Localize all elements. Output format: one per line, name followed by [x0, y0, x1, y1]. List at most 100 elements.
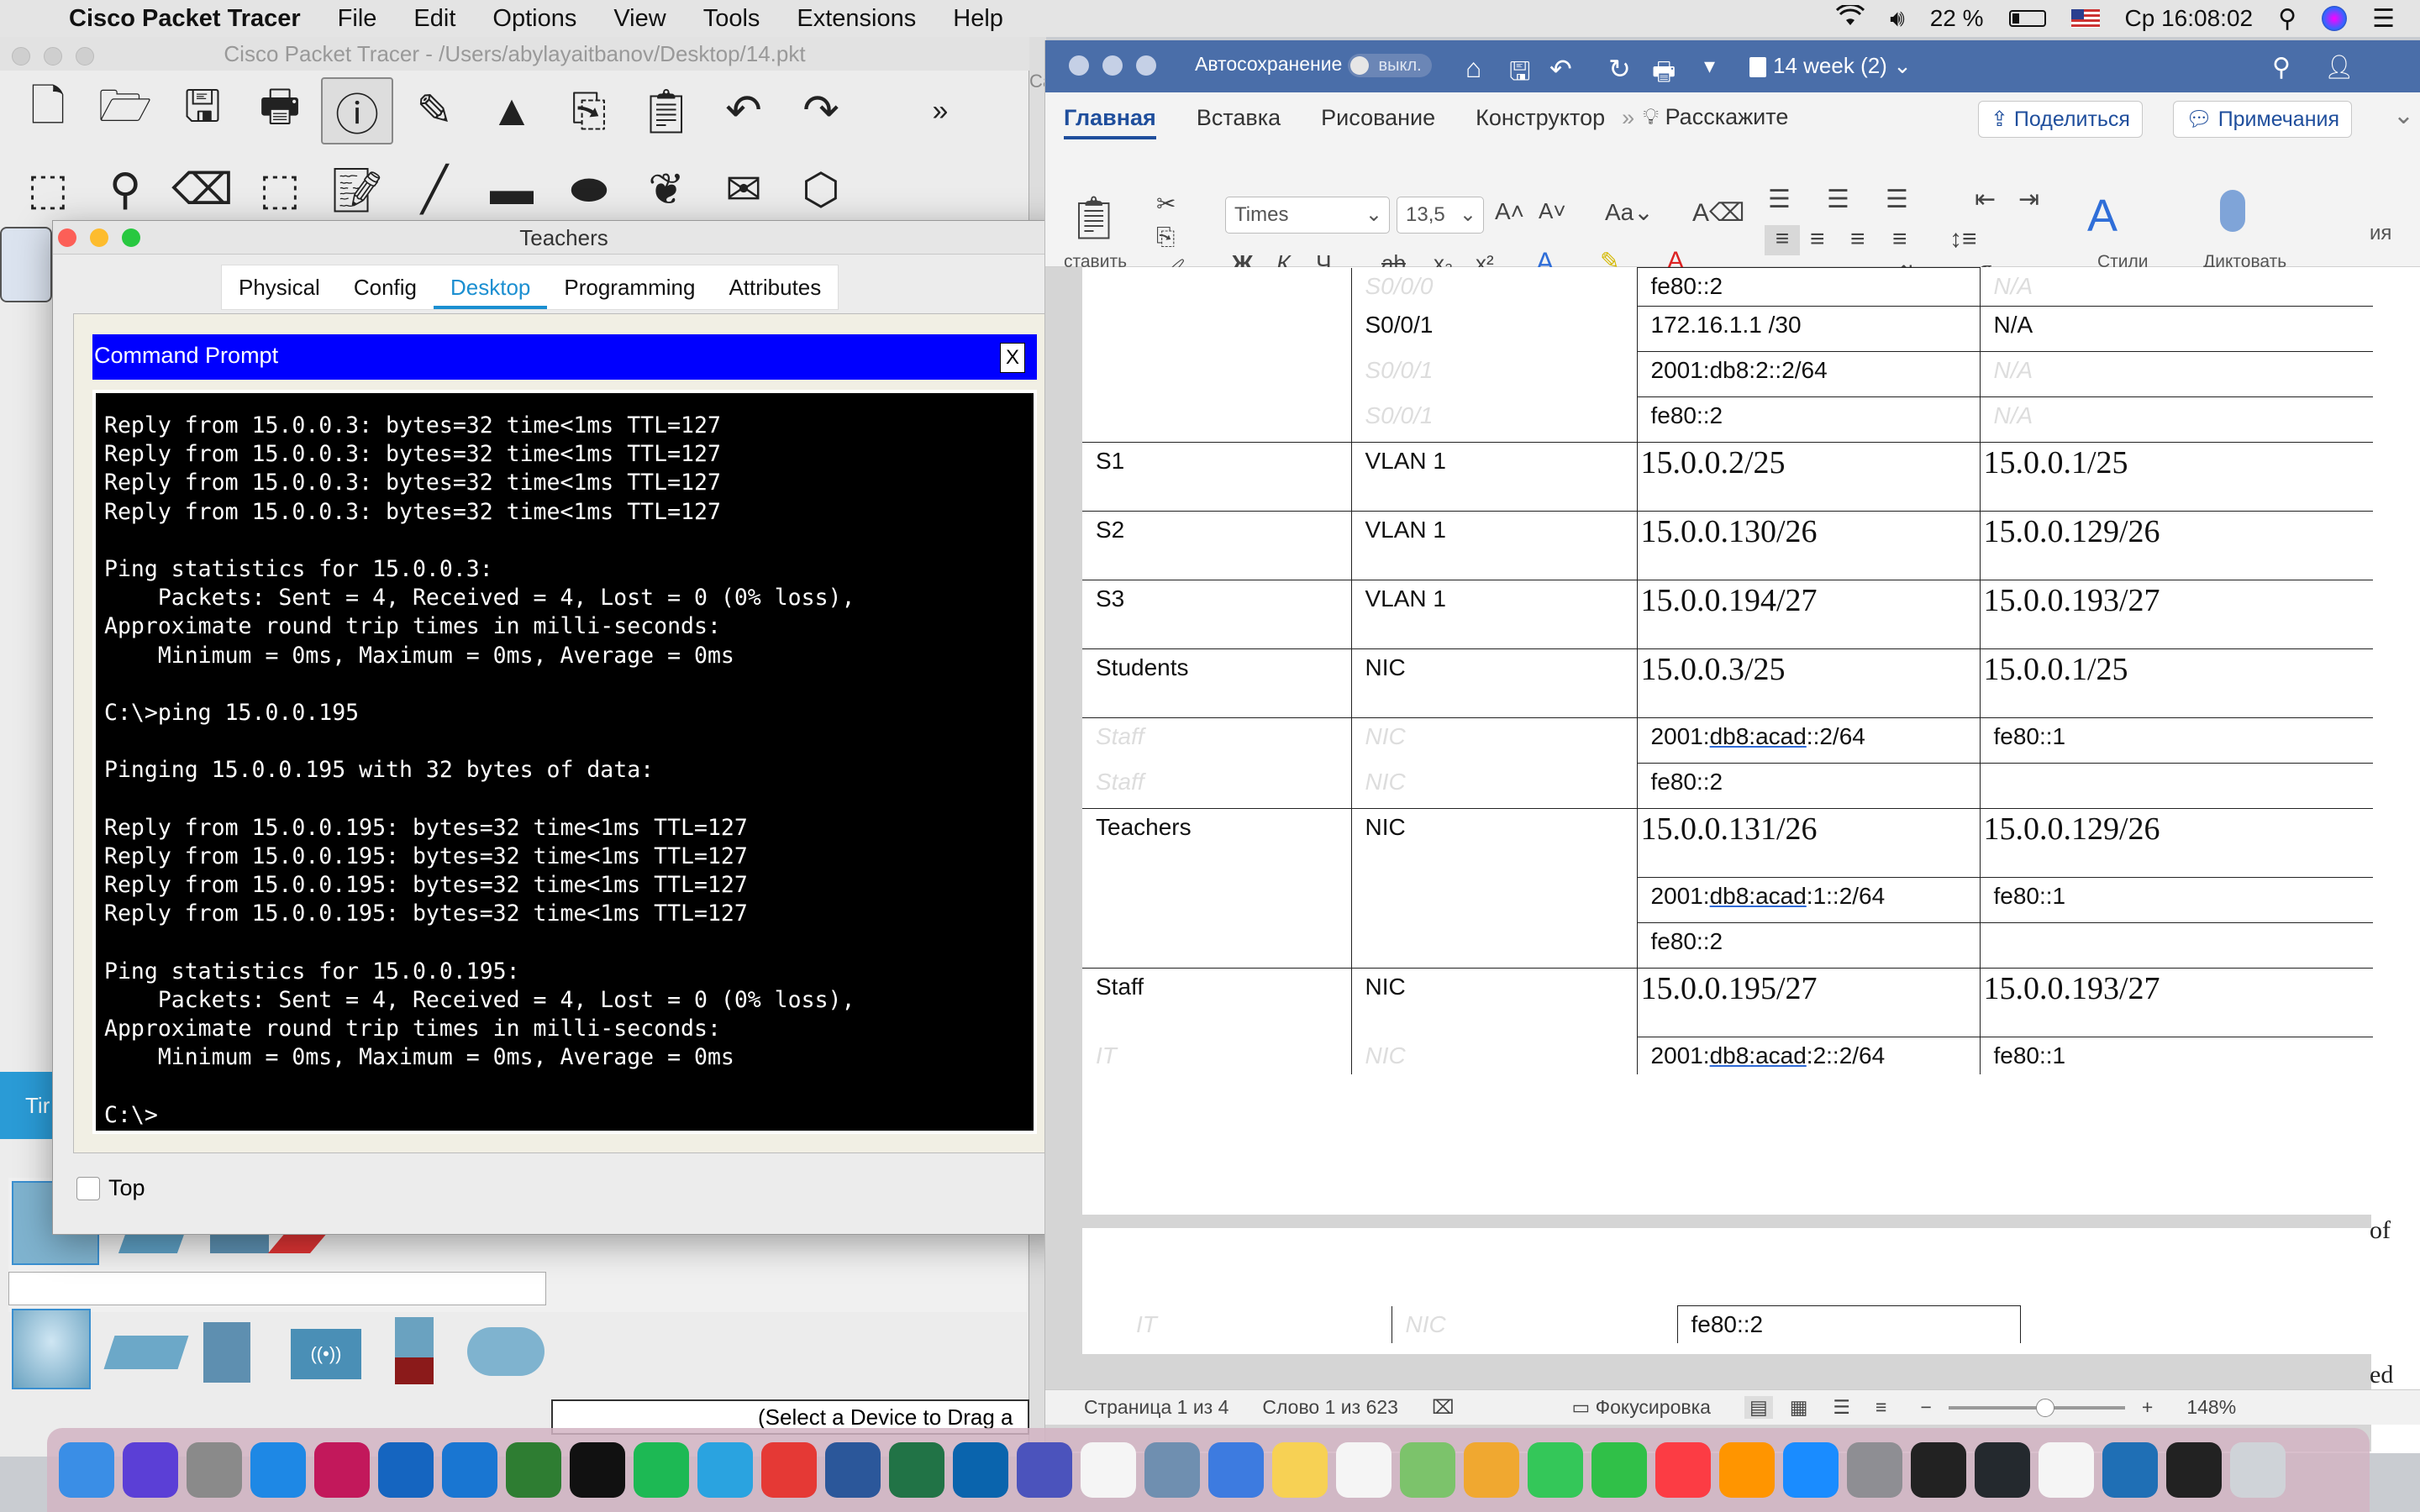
tab-config[interactable]: Config [337, 265, 434, 309]
justify-icon[interactable]: ≡ [1892, 225, 1907, 254]
pt-close-button[interactable] [12, 47, 30, 66]
input-source-flag-icon[interactable] [2070, 9, 2100, 28]
outline-view-icon[interactable]: ☰ [1833, 1396, 1850, 1419]
launchpad-dock-icon[interactable] [187, 1442, 242, 1498]
menu-options[interactable]: Options [492, 5, 576, 33]
info-icon[interactable]: ⓘ [321, 77, 393, 144]
add-complex-pdu-icon[interactable]: ⬡ [785, 156, 857, 223]
finder-dock-icon[interactable] [59, 1442, 114, 1498]
word-search-icon[interactable]: ⚲ [2272, 53, 2291, 82]
undo-icon[interactable]: ↶ [708, 77, 780, 144]
font-name-select[interactable]: Times ⌄ [1225, 197, 1390, 234]
top-toggle[interactable]: Top [76, 1175, 145, 1201]
account-icon[interactable]: 👤︎ [2324, 53, 2354, 81]
pt-left-tab[interactable]: Tir [0, 1072, 52, 1139]
teams-dock-icon[interactable] [1017, 1442, 1072, 1498]
bullets-icon[interactable]: ☰ [1768, 185, 1791, 214]
save-icon[interactable]: 🖫 [166, 77, 239, 144]
wan-emulation-cloud-icon[interactable] [467, 1327, 544, 1376]
webstorm-dock-icon[interactable] [570, 1442, 625, 1498]
wireless-device-icon[interactable]: ((•)) [291, 1329, 361, 1379]
activity-wizard-icon[interactable]: ✎ [398, 77, 471, 144]
draw-ellipse-icon[interactable]: ⬬ [553, 156, 625, 223]
redo-doc-icon[interactable]: ↻ [1608, 53, 1631, 85]
volume-icon[interactable]: 🔊︎ [1890, 5, 1905, 33]
more-tools-icon[interactable]: » [904, 77, 976, 144]
line-spacing-icon[interactable]: ↕≡ [1949, 225, 1977, 254]
document-page-2[interactable]: IT NIC fe80::2 [1082, 1228, 2373, 1354]
word-zoom-button[interactable] [1136, 55, 1156, 76]
maps-dock-icon[interactable] [1400, 1442, 1455, 1498]
focus-mode[interactable]: ▭ Фокусировка [1571, 1396, 1710, 1419]
word-minimize-button[interactable] [1102, 55, 1123, 76]
numbering-icon[interactable]: ☰ [1827, 185, 1849, 214]
freeform-icon[interactable]: ❦ [630, 156, 702, 223]
delete-icon[interactable]: ⌫ [166, 156, 239, 223]
zoom-level[interactable]: 148% [2186, 1396, 2236, 1419]
menu-view[interactable]: View [613, 5, 666, 33]
teachers-close-button[interactable] [58, 228, 76, 247]
add-pdu-icon[interactable]: ✉ [708, 156, 780, 223]
control-center-icon[interactable]: ☰ [2372, 4, 2395, 34]
vs-code-dock-icon[interactable] [442, 1442, 497, 1498]
spotlight-icon[interactable]: ⚲ [2278, 4, 2296, 34]
teachers-zoom-button[interactable] [122, 228, 140, 247]
paste-icon[interactable]: 📋︎ [630, 77, 702, 144]
zoom-out-icon[interactable]: − [1920, 1396, 1931, 1419]
teachers-minimize-button[interactable] [90, 228, 108, 247]
ribbon-tab-design[interactable]: Конструктор [1476, 105, 1605, 131]
top-checkbox[interactable] [76, 1176, 100, 1200]
draw-line-icon[interactable]: ╱ [398, 156, 471, 223]
print-doc-icon[interactable]: 🖶 [1652, 53, 1676, 96]
home-icon[interactable]: ⌂ [1465, 53, 1481, 84]
print-layout-icon[interactable]: ▤ [1744, 1396, 1773, 1419]
app-store-dock-icon[interactable] [1783, 1442, 1839, 1498]
wifi-icon[interactable] [1836, 3, 1865, 33]
github-dock-icon[interactable] [1975, 1442, 2030, 1498]
resize-shape-icon[interactable]: ⬚ [244, 156, 316, 223]
share-button[interactable]: ⇪ Поделиться [1978, 101, 2143, 138]
paste-doc-icon[interactable]: 📋︎ [1067, 193, 1120, 243]
draft-view-icon[interactable]: ≡ [1876, 1396, 1886, 1419]
customize-toolbar-icon[interactable]: ▾ [1704, 53, 1715, 79]
menu-extensions[interactable]: Extensions [797, 5, 916, 33]
open-folder-icon[interactable]: 🗁 [89, 77, 161, 144]
tab-physical[interactable]: Physical [222, 265, 337, 309]
tab-attributes[interactable]: Attributes [712, 265, 838, 309]
outlook-dock-icon[interactable] [953, 1442, 1008, 1498]
settings-dock-icon[interactable] [1847, 1442, 1902, 1498]
security-device-icon[interactable] [395, 1317, 434, 1384]
align-right-icon[interactable]: ≡ [1850, 225, 1865, 254]
excel-dock-icon[interactable] [889, 1442, 944, 1498]
tab-programming[interactable]: Programming [547, 265, 712, 309]
spotify-dock-icon[interactable] [634, 1442, 689, 1498]
word-dock-icon[interactable] [825, 1442, 881, 1498]
router-device-icon[interactable] [12, 1309, 91, 1389]
device-filter-bar[interactable] [8, 1272, 546, 1305]
web-layout-icon[interactable]: ▦ [1790, 1396, 1808, 1419]
comments-button[interactable]: 💬︎ Примечания [2173, 101, 2353, 138]
photos-dock-icon[interactable] [1464, 1442, 1519, 1498]
tell-me-box[interactable]: 💡︎ Расскажите [1643, 104, 1788, 131]
music-dock-icon[interactable] [1655, 1442, 1711, 1498]
word-close-button[interactable] [1069, 55, 1089, 76]
ribbon-tab-insert[interactable]: Вставка [1197, 105, 1281, 131]
screen-dock-icon[interactable] [2166, 1442, 2222, 1498]
books-dock-icon[interactable] [1719, 1442, 1775, 1498]
decrease-indent-icon[interactable]: ⇤ [1975, 185, 1996, 214]
note-icon[interactable]: 📝︎ [321, 156, 393, 223]
page-count[interactable]: Страница 1 из 4 [1084, 1396, 1228, 1419]
dictate-icon[interactable] [2220, 190, 2245, 232]
ribbon-tab-home[interactable]: Главная [1064, 105, 1156, 139]
save-doc-icon[interactable]: 🖫 [1509, 53, 1531, 96]
pt-minimize-button[interactable] [44, 47, 62, 66]
mail-dock-icon[interactable] [1208, 1442, 1264, 1498]
copy-doc-icon[interactable]: ⎘ [1156, 223, 1175, 251]
packet-tracer-dock-icon[interactable] [2102, 1442, 2158, 1498]
pycharm-dock-icon[interactable] [506, 1442, 561, 1498]
zoom-slider[interactable] [1948, 1398, 2125, 1417]
battery-icon[interactable] [2008, 10, 2046, 27]
draw-rectangle-icon[interactable]: ▬ [476, 156, 548, 223]
trash-dock-icon[interactable] [2230, 1442, 2286, 1498]
more-tabs-icon[interactable]: » [1622, 105, 1634, 131]
